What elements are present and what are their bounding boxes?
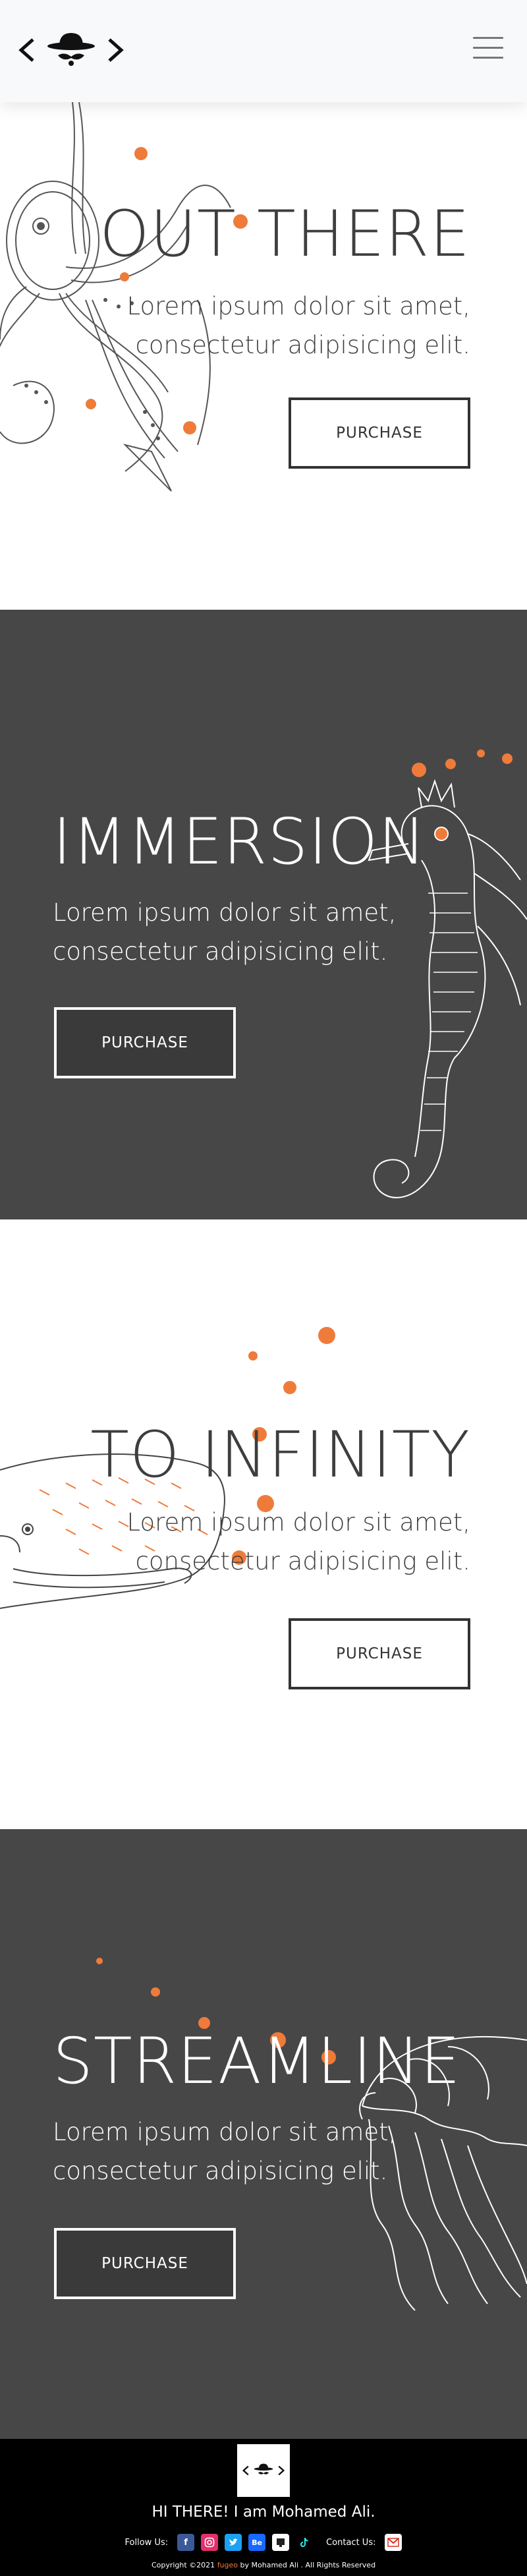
- section-description: Lorem ipsum dolor sit amet, consectetur …: [53, 2118, 397, 2186]
- hero-section-out-there: OUT THERE Lorem ipsum dolor sit amet, co…: [0, 102, 527, 610]
- footer: HI THERE! I am Mohamed Ali. Follow Us: f…: [0, 2439, 527, 2576]
- github-icon[interactable]: [272, 2534, 290, 2551]
- section-description: Lorem ipsum dolor sit amet, consectetur …: [126, 292, 470, 360]
- brand-link[interactable]: fugeo: [217, 2561, 238, 2569]
- behance-icon[interactable]: Be: [248, 2534, 266, 2551]
- twitter-icon[interactable]: [225, 2534, 242, 2551]
- hamburger-menu-icon[interactable]: [473, 37, 503, 63]
- purchase-button[interactable]: PURCHASE: [289, 397, 470, 469]
- navbar: [0, 0, 527, 102]
- purchase-button[interactable]: PURCHASE: [54, 1007, 236, 1078]
- hero-section-to-infinity: TO INFINITY Lorem ipsum dolor sit amet, …: [0, 1219, 527, 1829]
- purchase-button[interactable]: PURCHASE: [54, 2228, 236, 2299]
- contact-label: Contact Us:: [326, 2537, 376, 2548]
- footer-greeting: HI THERE! I am Mohamed Ali.: [152, 2503, 375, 2521]
- hat-mustache-logo-icon[interactable]: [18, 29, 124, 71]
- section-title: OUT THERE: [99, 197, 470, 271]
- section-title: STREAMLINE: [53, 2024, 461, 2098]
- instagram-icon[interactable]: [201, 2534, 219, 2551]
- section-title: IMMERSION: [53, 805, 426, 879]
- copyright: Copyright ©2021 fugeo by Mohamed Ali . A…: [151, 2561, 376, 2569]
- mail-icon[interactable]: [385, 2534, 402, 2551]
- section-description: Lorem ipsum dolor sit amet, consectetur …: [126, 1508, 470, 1576]
- purchase-button[interactable]: PURCHASE: [289, 1618, 470, 1689]
- hat-mustache-logo-icon[interactable]: [237, 2444, 290, 2497]
- hero-section-immersion: IMMERSION Lorem ipsum dolor sit amet, co…: [0, 610, 527, 1219]
- hero-section-streamline: STREAMLINE Lorem ipsum dolor sit amet, c…: [0, 1829, 527, 2439]
- section-description: Lorem ipsum dolor sit amet, consectetur …: [53, 898, 397, 966]
- tiktok-icon[interactable]: [296, 2534, 314, 2551]
- facebook-icon[interactable]: f: [177, 2534, 195, 2551]
- social-links: Follow Us: f Be Contact Us:: [0, 2534, 527, 2551]
- section-title: TO INFINITY: [90, 1418, 470, 1492]
- follow-label: Follow Us:: [125, 2537, 169, 2548]
